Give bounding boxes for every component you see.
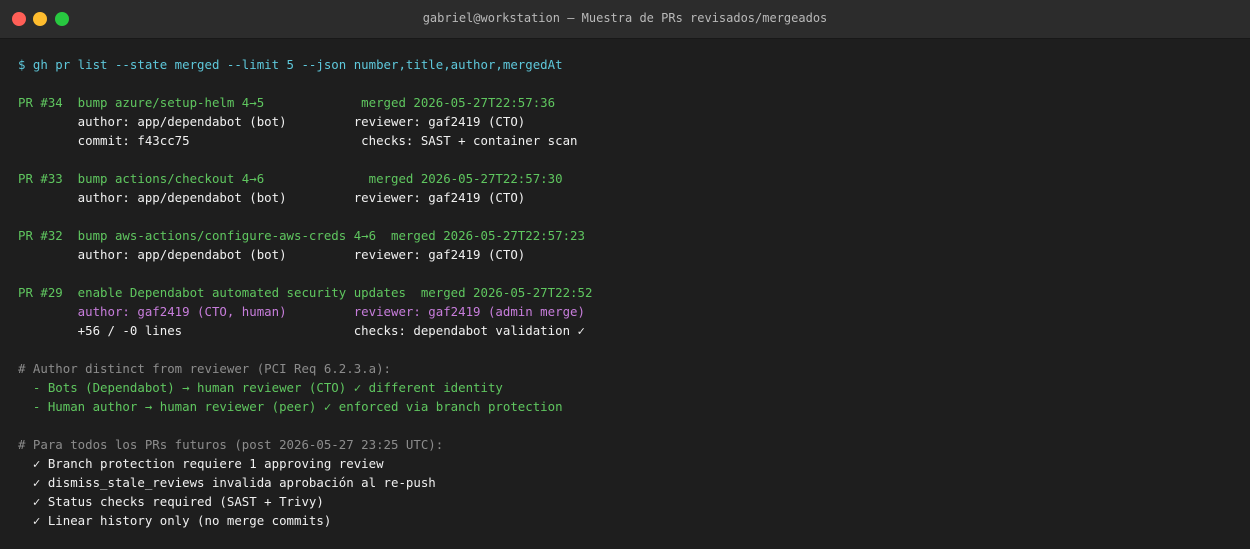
terminal-text: - Human author → human reviewer (peer) ✓…	[18, 399, 563, 414]
terminal-line: - Bots (Dependabot) → human reviewer (CT…	[18, 378, 1240, 397]
terminal-text: author: app/dependabot (bot) reviewer: g…	[18, 190, 526, 205]
terminal-line: author: app/dependabot (bot) reviewer: g…	[18, 112, 1240, 131]
terminal-line: # Para todos los PRs futuros (post 2026-…	[18, 435, 1240, 454]
terminal-line: # Author distinct from reviewer (PCI Req…	[18, 359, 1240, 378]
terminal-text: ✓ dismiss_stale_reviews invalida aprobac…	[18, 475, 436, 490]
title-bar: gabriel@workstation — Muestra de PRs rev…	[0, 0, 1250, 39]
terminal-line: author: gaf2419 (CTO, human) reviewer: g…	[18, 302, 1240, 321]
terminal-text: $ gh pr list --state merged --limit 5 --…	[18, 57, 563, 72]
terminal-line: ✓ dismiss_stale_reviews invalida aprobac…	[18, 473, 1240, 492]
terminal-line: PR #33 bump actions/checkout 4→6 merged …	[18, 169, 1240, 188]
terminal-line: ✓ Linear history only (no merge commits)	[18, 511, 1240, 530]
terminal-text: - Bots (Dependabot) → human reviewer (CT…	[18, 380, 503, 395]
terminal-line: ✓ Status checks required (SAST + Trivy)	[18, 492, 1240, 511]
terminal-line: author: app/dependabot (bot) reviewer: g…	[18, 245, 1240, 264]
terminal-text: PR #33 bump actions/checkout 4→6 merged …	[18, 171, 563, 186]
terminal-output[interactable]: $ gh pr list --state merged --limit 5 --…	[18, 55, 1240, 530]
terminal-text: # Author distinct from reviewer (PCI Req…	[18, 361, 391, 376]
terminal-window: gabriel@workstation — Muestra de PRs rev…	[0, 0, 1250, 549]
terminal-line: PR #29 enable Dependabot automated secur…	[18, 283, 1240, 302]
terminal-text: author: gaf2419 (CTO, human) reviewer: g…	[18, 304, 585, 319]
terminal-line: PR #34 bump azure/setup-helm 4→5 merged …	[18, 93, 1240, 112]
terminal-line: +56 / -0 lines checks: dependabot valida…	[18, 321, 1240, 340]
terminal-line: author: app/dependabot (bot) reviewer: g…	[18, 188, 1240, 207]
terminal-line: $ gh pr list --state merged --limit 5 --…	[18, 55, 1240, 74]
terminal-text: +56 / -0 lines checks: dependabot valida…	[18, 323, 585, 338]
terminal-text: PR #29 enable Dependabot automated secur…	[18, 285, 593, 300]
terminal-text: # Para todos los PRs futuros (post 2026-…	[18, 437, 444, 452]
terminal-text: author: app/dependabot (bot) reviewer: g…	[18, 114, 526, 129]
terminal-line: commit: f43cc75 checks: SAST + container…	[18, 131, 1240, 150]
window-title: gabriel@workstation — Muestra de PRs rev…	[422, 11, 828, 25]
terminal-line: PR #32 bump aws-actions/configure-aws-cr…	[18, 226, 1240, 245]
terminal-text: ✓ Status checks required (SAST + Trivy)	[18, 494, 324, 509]
terminal-text: author: app/dependabot (bot) reviewer: g…	[18, 247, 526, 262]
terminal-text: PR #34 bump azure/setup-helm 4→5 merged …	[18, 95, 556, 110]
terminal-text: ✓ Linear history only (no merge commits)	[18, 513, 332, 528]
terminal-text: ✓ Branch protection requiere 1 approving…	[18, 456, 384, 471]
terminal-text: PR #32 bump aws-actions/configure-aws-cr…	[18, 228, 585, 243]
terminal-line: - Human author → human reviewer (peer) ✓…	[18, 397, 1240, 416]
terminal-line: ✓ Branch protection requiere 1 approving…	[18, 454, 1240, 473]
terminal-text: commit: f43cc75 checks: SAST + container…	[18, 133, 578, 148]
